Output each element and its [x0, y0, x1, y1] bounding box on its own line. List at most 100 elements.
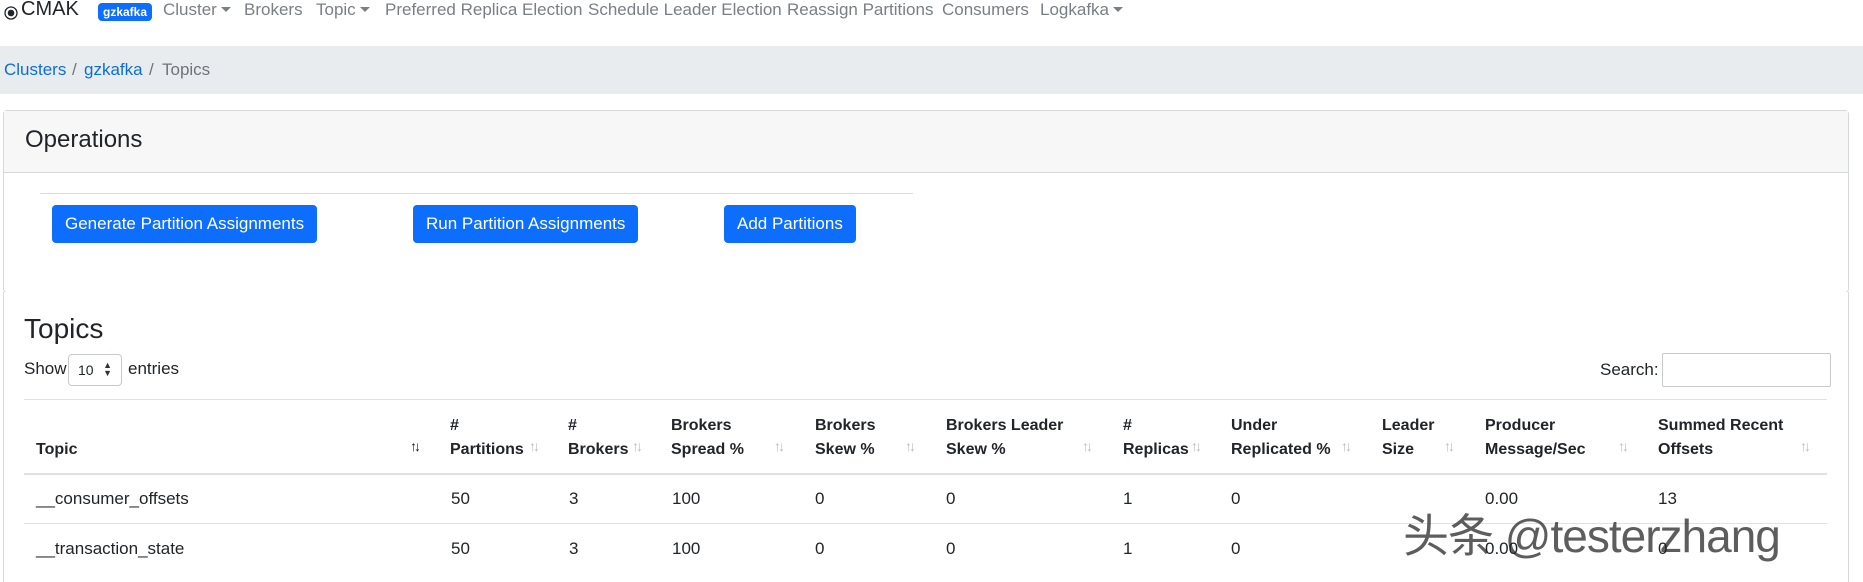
cell-under-replicated: 0 — [1231, 489, 1241, 508]
breadcrumb-separator: / — [149, 60, 154, 79]
watermark: 头条 @testerzhang — [1403, 510, 1781, 562]
add-partitions-button[interactable]: Add Partitions — [724, 205, 856, 243]
column-header-label: Skew % — [946, 441, 1006, 458]
divider — [24, 399, 1827, 400]
column-header-producer-message-sec[interactable]: Producer Message/Sec — [1485, 414, 1586, 462]
column-header-label: Leader — [1382, 417, 1435, 434]
operations-header: Operations — [4, 111, 1848, 173]
column-header-label: Partitions — [450, 441, 524, 458]
page-size-select[interactable]: 10 ▲ ▼ — [68, 354, 122, 386]
chevron-down-icon — [220, 7, 231, 12]
column-header-brokers-spread[interactable]: Brokers Spread % — [671, 414, 744, 462]
column-header-label: Offsets — [1658, 441, 1714, 458]
sort-icon[interactable]: ↑↓ — [1082, 438, 1093, 454]
nav-logkafka-label: Logkafka — [1040, 0, 1109, 19]
page-size-value: 10 — [78, 362, 94, 378]
column-header-brokers-leader-skew[interactable]: Brokers Leader Skew % — [946, 414, 1063, 462]
column-header-label: Replicated % — [1231, 441, 1331, 458]
nav-preferred-replica-election[interactable]: Preferred Replica Election — [385, 0, 582, 20]
cell-brokers-skew: 0 — [815, 489, 825, 508]
nav-logkafka[interactable]: Logkafka — [1040, 0, 1123, 20]
show-label: Show — [24, 359, 67, 378]
cell-brokers-skew: 0 — [815, 539, 825, 558]
column-header-label: Brokers — [815, 417, 876, 434]
cell-brokers: 3 — [569, 489, 579, 508]
column-header-label: Message/Sec — [1485, 441, 1586, 458]
generate-partition-assignments-button[interactable]: Generate Partition Assignments — [52, 205, 318, 243]
brand-name: CMAK — [21, 0, 79, 20]
sort-icon[interactable]: ↑↓ — [1444, 438, 1455, 454]
breadcrumb: Clusters / gzkafka / Topics — [0, 46, 1863, 94]
column-header-label: # — [450, 417, 459, 434]
column-header-summed-recent-offsets[interactable]: Summed Recent Offsets — [1658, 414, 1783, 462]
cell-partitions: 50 — [451, 489, 470, 508]
column-header-brokers-skew[interactable]: Brokers Skew % — [815, 414, 875, 462]
topic-link[interactable]: __transaction_state — [36, 539, 184, 559]
brand[interactable]: CMAK — [4, 0, 79, 21]
cell-partitions: 50 — [451, 539, 470, 558]
column-header-label: Replicas — [1123, 441, 1189, 458]
cell-under-replicated: 0 — [1231, 539, 1241, 558]
column-header-label: Brokers — [671, 417, 732, 434]
nav-schedule-leader-election[interactable]: Schedule Leader Election — [588, 0, 782, 20]
sort-icon[interactable]: ↑↓ — [1618, 438, 1629, 454]
search-label: Search: — [1600, 360, 1659, 379]
cell-brokers-leader-skew: 0 — [946, 489, 956, 508]
divider — [24, 473, 1827, 475]
column-header-label: # — [1123, 417, 1132, 434]
top-navbar: CMAK gzkafka Cluster Brokers Topic Prefe… — [0, 0, 1863, 24]
column-header-under-replicated[interactable]: Under Replicated % — [1231, 414, 1331, 462]
topics-title: Topics — [24, 313, 104, 344]
column-header-label: Brokers Leader — [946, 417, 1064, 434]
sort-icon[interactable]: ↑↓ — [1341, 438, 1352, 454]
breadcrumb-clusters[interactable]: Clusters — [4, 60, 66, 80]
column-header-partitions[interactable]: # Partitions — [450, 414, 524, 462]
chevron-down-icon — [359, 7, 370, 12]
run-partition-assignments-button[interactable]: Run Partition Assignments — [413, 205, 639, 243]
operations-title: Operations — [25, 126, 143, 153]
column-header-label: Summed Recent — [1658, 417, 1784, 434]
topic-link[interactable]: __consumer_offsets — [36, 489, 189, 509]
cell-brokers-leader-skew: 0 — [946, 539, 956, 558]
breadcrumb-cluster[interactable]: gzkafka — [84, 60, 143, 80]
nav-brokers[interactable]: Brokers — [244, 0, 303, 20]
column-header-label: Producer — [1485, 417, 1556, 434]
search-input[interactable] — [1662, 353, 1831, 387]
cell-brokers-spread: 100 — [672, 539, 701, 558]
column-header-label: # — [568, 417, 577, 434]
column-header-topic[interactable]: Topic — [36, 438, 77, 462]
cell-replicas: 1 — [1123, 539, 1133, 558]
column-header-label: Skew % — [815, 441, 875, 458]
cell-brokers: 3 — [569, 539, 579, 558]
divider — [40, 193, 913, 194]
sort-icon[interactable]: ↑↓ — [632, 438, 643, 454]
entries-label: entries — [128, 359, 180, 378]
sort-ascending-icon[interactable]: ↑↓ — [410, 438, 421, 454]
column-header-label: Under — [1231, 417, 1278, 434]
sort-icon[interactable]: ↑↓ — [1800, 438, 1811, 454]
sort-icon[interactable]: ↑↓ — [529, 438, 540, 454]
sort-icon[interactable]: ↑↓ — [905, 438, 916, 454]
cell-replicas: 1 — [1123, 489, 1133, 508]
cell-brokers-spread: 100 — [672, 489, 701, 508]
column-header-label: Size — [1382, 441, 1415, 458]
operations-card: Operations Generate Partition Assignment… — [3, 110, 1849, 293]
column-header-label: Topic — [36, 441, 78, 458]
select-arrows-icon: ▲ ▼ — [103, 360, 112, 378]
nav-cluster[interactable]: Cluster — [163, 0, 231, 20]
chevron-down-icon — [1113, 7, 1123, 12]
nav-consumers[interactable]: Consumers — [942, 0, 1029, 20]
column-header-leader-size[interactable]: Leader Size — [1382, 414, 1434, 462]
target-icon — [4, 5, 18, 20]
nav-topic-label: Topic — [316, 0, 356, 19]
column-header-label: Brokers — [568, 441, 629, 458]
nav-topic[interactable]: Topic — [316, 0, 370, 20]
sort-icon[interactable]: ↑↓ — [1191, 438, 1202, 454]
cluster-badge: gzkafka — [98, 3, 153, 21]
breadcrumb-topics: Topics — [162, 60, 211, 79]
column-header-replicas[interactable]: # Replicas — [1123, 414, 1189, 462]
sort-icon[interactable]: ↑↓ — [774, 438, 785, 454]
nav-cluster-label: Cluster — [163, 0, 217, 19]
column-header-brokers[interactable]: # Brokers — [568, 414, 628, 462]
nav-reassign-partitions[interactable]: Reassign Partitions — [787, 0, 933, 20]
